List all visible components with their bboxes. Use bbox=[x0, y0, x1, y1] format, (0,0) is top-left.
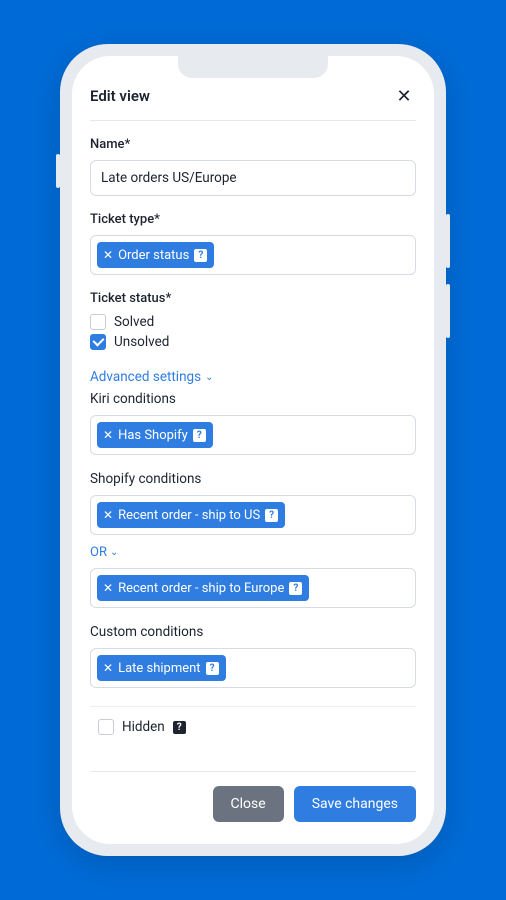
name-input[interactable] bbox=[90, 160, 416, 196]
kiri-conditions-label: Kiri conditions bbox=[90, 391, 416, 407]
info-icon[interactable]: ? bbox=[173, 721, 186, 734]
tag-order-status[interactable]: ✕ Order status ? bbox=[97, 242, 214, 268]
tag-remove-icon[interactable]: ✕ bbox=[103, 582, 113, 594]
ticket-type-label: Ticket type* bbox=[90, 212, 416, 227]
info-icon[interactable]: ? bbox=[289, 582, 302, 595]
info-icon[interactable]: ? bbox=[194, 249, 207, 262]
hidden-label: Hidden bbox=[122, 719, 165, 735]
info-icon[interactable]: ? bbox=[193, 429, 206, 442]
tag-remove-icon[interactable]: ✕ bbox=[103, 429, 113, 441]
shopify-conditions-label: Shopify conditions bbox=[90, 471, 416, 487]
tag-remove-icon[interactable]: ✕ bbox=[103, 249, 113, 261]
tag-has-shopify[interactable]: ✕ Has Shopify ? bbox=[97, 422, 213, 448]
ticket-type-field[interactable]: ✕ Order status ? bbox=[90, 235, 416, 275]
info-icon[interactable]: ? bbox=[265, 509, 278, 522]
info-icon[interactable]: ? bbox=[206, 662, 219, 675]
shopify-conditions-field-1[interactable]: ✕ Recent order - ship to US ? bbox=[90, 495, 416, 535]
tag-label: Late shipment bbox=[118, 661, 201, 676]
close-icon[interactable]: ✕ bbox=[392, 84, 416, 108]
tag-label: Recent order - ship to US bbox=[118, 508, 260, 523]
or-operator[interactable]: OR ⌄ bbox=[90, 545, 118, 560]
page-title: Edit view bbox=[90, 87, 150, 105]
chevron-down-icon: ⌄ bbox=[205, 372, 213, 383]
modal-header: Edit view ✕ bbox=[90, 84, 416, 121]
tag-label: Has Shopify bbox=[118, 428, 188, 443]
checkbox-solved[interactable] bbox=[90, 314, 106, 330]
kiri-conditions-field[interactable]: ✕ Has Shopify ? bbox=[90, 415, 416, 455]
shopify-conditions-field-2[interactable]: ✕ Recent order - ship to Europe ? bbox=[90, 568, 416, 608]
checkbox-hidden[interactable] bbox=[98, 719, 114, 735]
checkbox-unsolved[interactable] bbox=[90, 334, 106, 350]
tag-ship-us[interactable]: ✕ Recent order - ship to US ? bbox=[97, 502, 285, 528]
name-label: Name* bbox=[90, 137, 416, 152]
tag-remove-icon[interactable]: ✕ bbox=[103, 509, 113, 521]
or-label: OR bbox=[90, 545, 107, 560]
tag-remove-icon[interactable]: ✕ bbox=[103, 662, 113, 674]
advanced-settings-label: Advanced settings bbox=[90, 369, 201, 385]
tag-label: Order status bbox=[118, 248, 189, 263]
advanced-settings-toggle[interactable]: Advanced settings ⌄ bbox=[90, 369, 213, 385]
tag-late-shipment[interactable]: ✕ Late shipment ? bbox=[97, 655, 226, 681]
tag-ship-europe[interactable]: ✕ Recent order - ship to Europe ? bbox=[97, 575, 309, 601]
save-button[interactable]: Save changes bbox=[294, 786, 416, 822]
modal-footer: Close Save changes bbox=[90, 771, 416, 828]
custom-conditions-field[interactable]: ✕ Late shipment ? bbox=[90, 648, 416, 688]
ticket-status-label: Ticket status* bbox=[90, 291, 416, 306]
tag-label: Recent order - ship to Europe bbox=[118, 581, 284, 596]
divider bbox=[90, 706, 416, 707]
checkbox-unsolved-label: Unsolved bbox=[114, 334, 169, 350]
chevron-down-icon: ⌄ bbox=[110, 547, 118, 558]
close-button[interactable]: Close bbox=[213, 786, 284, 822]
checkbox-solved-label: Solved bbox=[114, 314, 154, 330]
custom-conditions-label: Custom conditions bbox=[90, 624, 416, 640]
